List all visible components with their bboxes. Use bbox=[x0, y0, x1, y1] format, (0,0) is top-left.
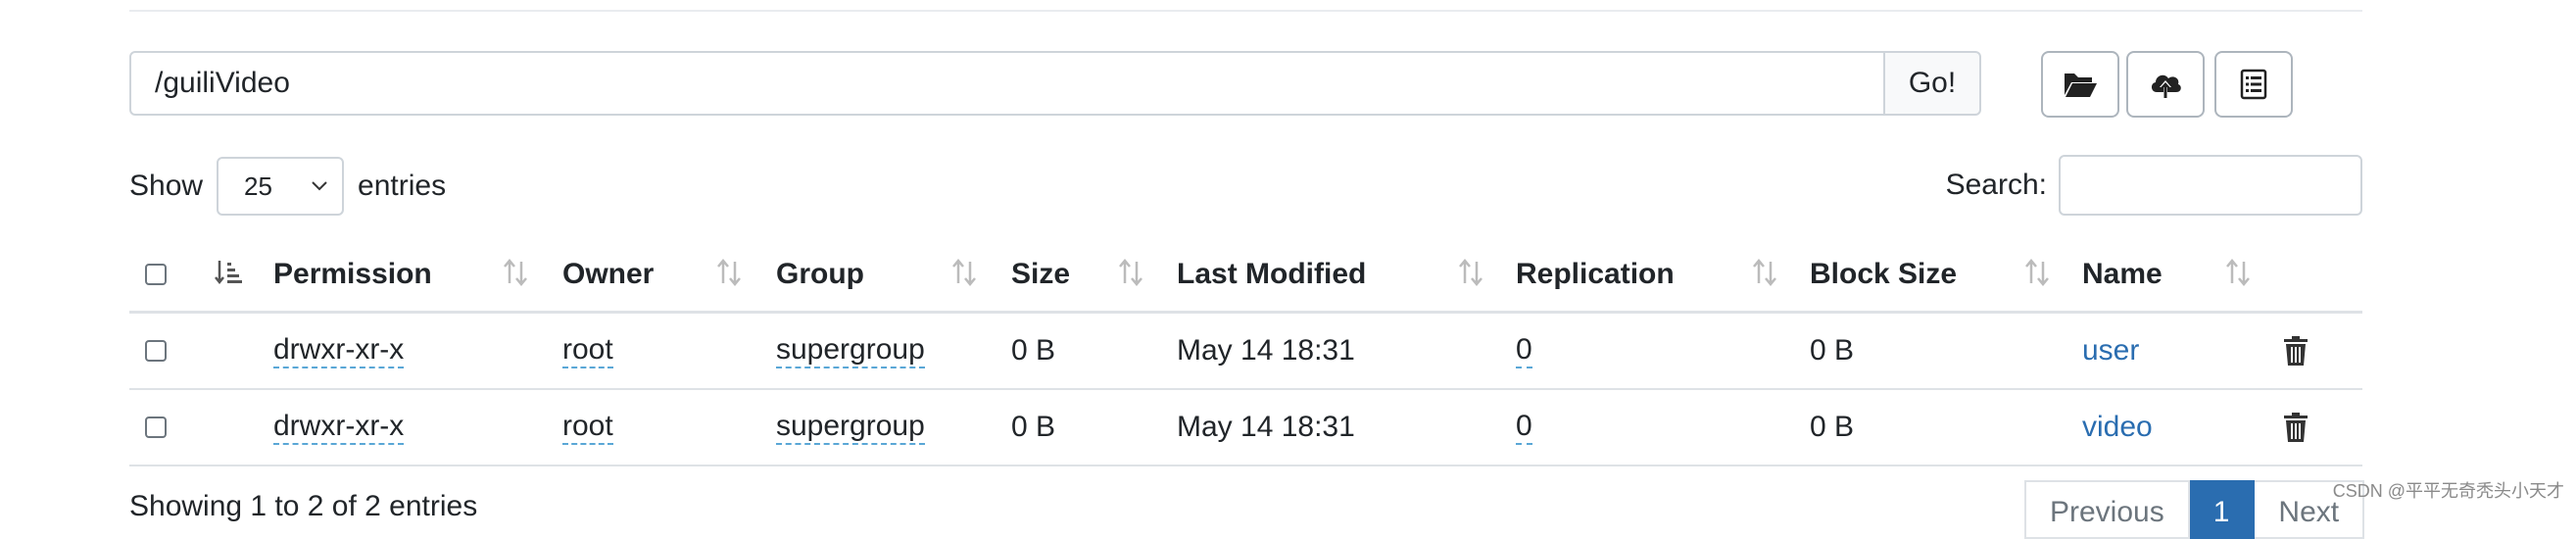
entries-select[interactable]: 25 bbox=[217, 157, 345, 216]
size-value: 0 B bbox=[1011, 334, 1056, 367]
block-size-value: 0 B bbox=[1810, 334, 1855, 367]
path-bar: Go! bbox=[129, 51, 1981, 116]
sort-both-icon[interactable] bbox=[2224, 258, 2252, 287]
cut-paste-button[interactable] bbox=[2214, 51, 2293, 118]
sort-both-icon[interactable] bbox=[1751, 258, 1778, 287]
col-permission[interactable]: Permission bbox=[273, 238, 432, 311]
folder-open-icon bbox=[2065, 74, 2097, 97]
file-table: Permission Owner Group Size Last Modifie… bbox=[129, 238, 2362, 466]
col-block-size[interactable]: Block Size bbox=[1810, 238, 1957, 311]
sort-both-icon[interactable] bbox=[2023, 258, 2051, 287]
modified-value: May 14 18:31 bbox=[1177, 411, 1355, 443]
col-size[interactable]: Size bbox=[1011, 238, 1070, 311]
block-size-value: 0 B bbox=[1810, 411, 1855, 443]
delete-button[interactable] bbox=[2283, 390, 2309, 465]
delete-button[interactable] bbox=[2283, 314, 2309, 388]
show-label: Show bbox=[129, 170, 204, 202]
path-input[interactable] bbox=[129, 51, 1885, 116]
upload-button[interactable] bbox=[2126, 51, 2205, 118]
go-button[interactable]: Go! bbox=[1885, 51, 1981, 116]
pagination: Previous 1 Next bbox=[2024, 480, 2365, 539]
entries-select-value: 25 bbox=[244, 171, 272, 201]
size-value: 0 B bbox=[1011, 411, 1056, 443]
entries-label: entries bbox=[358, 170, 447, 202]
group-value[interactable]: supergroup bbox=[776, 410, 925, 446]
search-label: Search: bbox=[1945, 169, 2047, 201]
search-control: Search: bbox=[1946, 155, 2362, 216]
group-value[interactable]: supergroup bbox=[776, 333, 925, 369]
length-control: Show 25 entries bbox=[129, 157, 446, 216]
replication-value[interactable]: 0 bbox=[1516, 410, 1532, 446]
previous-page-button[interactable]: Previous bbox=[2024, 480, 2190, 539]
table-row: drwxr-xr-x root supergroup 0 B May 14 18… bbox=[129, 390, 2362, 466]
file-name-link[interactable]: user bbox=[2082, 314, 2139, 388]
top-divider bbox=[129, 10, 2362, 12]
sort-both-icon[interactable] bbox=[950, 258, 978, 287]
table-row: drwxr-xr-x root supergroup 0 B May 14 18… bbox=[129, 314, 2362, 390]
watermark: CSDN @平平无奇秃头小天才 bbox=[2332, 481, 2564, 501]
table-info: Showing 1 to 2 of 2 entries bbox=[129, 490, 478, 522]
chevron-down-icon bbox=[312, 181, 327, 191]
owner-value[interactable]: root bbox=[562, 333, 613, 369]
col-name[interactable]: Name bbox=[2082, 238, 2163, 311]
owner-value[interactable]: root bbox=[562, 410, 613, 446]
col-last-modified[interactable]: Last Modified bbox=[1177, 238, 1366, 311]
sort-both-icon[interactable] bbox=[715, 258, 743, 287]
list-icon bbox=[2240, 69, 2267, 100]
row-checkbox[interactable] bbox=[145, 340, 167, 362]
table-header: Permission Owner Group Size Last Modifie… bbox=[129, 238, 2362, 314]
create-directory-button[interactable] bbox=[2041, 51, 2119, 118]
cloud-upload-icon bbox=[2151, 74, 2181, 98]
permission-value[interactable]: drwxr-xr-x bbox=[273, 333, 405, 369]
select-all-checkbox-cell bbox=[145, 238, 167, 311]
trash-icon bbox=[2284, 413, 2308, 442]
search-input[interactable] bbox=[2059, 155, 2362, 216]
page-1-button[interactable]: 1 bbox=[2189, 480, 2256, 539]
replication-value[interactable]: 0 bbox=[1516, 333, 1532, 369]
file-name-link[interactable]: video bbox=[2082, 390, 2153, 465]
sort-asc-icon[interactable] bbox=[214, 258, 243, 287]
row-checkbox[interactable] bbox=[145, 416, 167, 438]
col-group[interactable]: Group bbox=[776, 238, 864, 311]
modified-value: May 14 18:31 bbox=[1177, 334, 1355, 367]
trash-icon bbox=[2284, 336, 2308, 366]
sort-both-icon[interactable] bbox=[1457, 258, 1484, 287]
col-owner[interactable]: Owner bbox=[562, 238, 654, 311]
sort-both-icon[interactable] bbox=[1117, 258, 1144, 287]
permission-value[interactable]: drwxr-xr-x bbox=[273, 410, 405, 446]
sort-both-icon[interactable] bbox=[502, 258, 529, 287]
col-replication[interactable]: Replication bbox=[1516, 238, 1675, 311]
select-all-checkbox[interactable] bbox=[145, 264, 167, 285]
